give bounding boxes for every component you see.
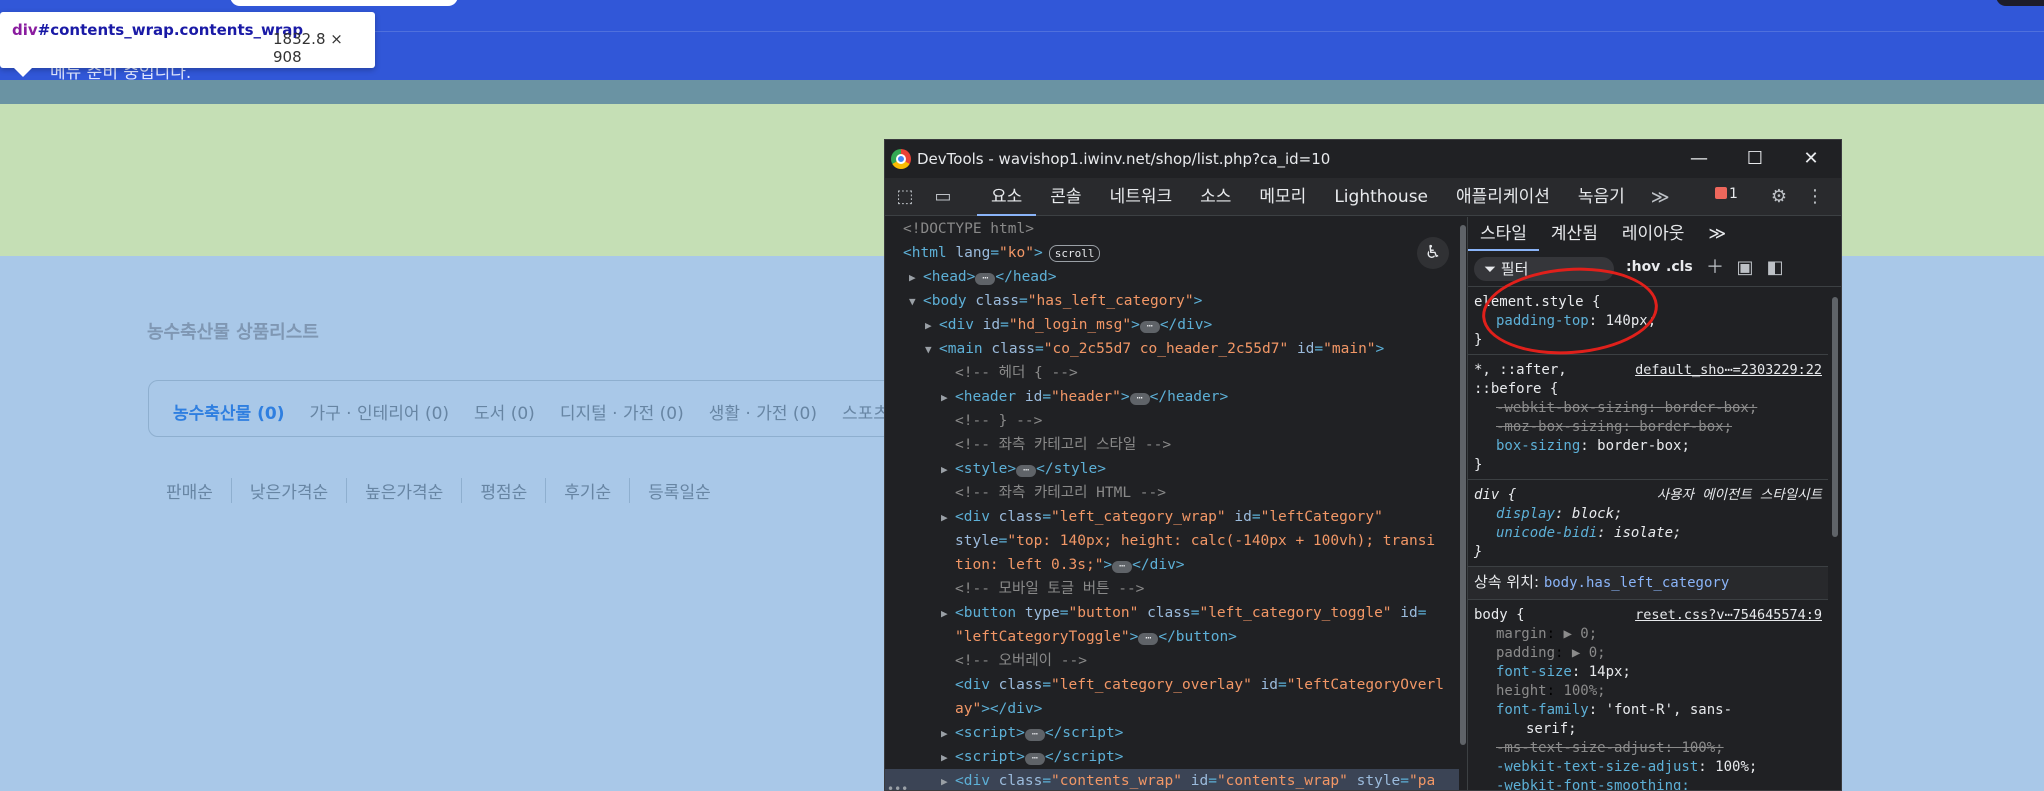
dom-line-toggle-id[interactable]: "leftCategoryToggle"> ⋯ </button>: [885, 625, 1459, 649]
rule-body[interactable]: body { reset.css?v⋯754645574:9 margin: ▶…: [1468, 600, 1828, 790]
devtools-titlebar[interactable]: DevTools - wavishop1.iwinv.net/shop/list…: [885, 140, 1841, 178]
styles-scrollbar[interactable]: [1830, 287, 1840, 790]
more-tabs-icon[interactable]: ≫: [1639, 187, 1682, 208]
category-tab-digital[interactable]: 디지털 · 가전 (0): [560, 399, 684, 424]
row-ellipsis-icon[interactable]: •••: [887, 782, 908, 790]
dom-line-contents-wrap[interactable]: ▶ <div class="contents_wrap" id="contents…: [885, 769, 1459, 790]
elements-panel: <!DOCTYPE html> <html lang="ko"> scroll ▶…: [885, 217, 1459, 790]
category-tab-agri[interactable]: 농수축산물 (0): [173, 399, 285, 424]
more-options-icon[interactable]: ⋮: [1803, 185, 1827, 209]
header-search-bar[interactable]: [230, 0, 458, 6]
tab-memory[interactable]: 메모리: [1245, 178, 1320, 216]
rule-source-link[interactable]: default_sho⋯=2303229:22: [1635, 361, 1822, 380]
rule-div-ua[interactable]: div { 사용자 에이전트 스타일시트 display: block; uni…: [1468, 480, 1828, 567]
dom-line-comment[interactable]: <!-- 좌측 카테고리 HTML -->: [885, 481, 1459, 505]
dom-line-script[interactable]: ▶ <script> ⋯ </script>: [885, 745, 1459, 769]
sort-low-price[interactable]: 낮은가격순: [230, 478, 346, 503]
devtools-tabbar: ⬚ ▭ 요소 콘솔 네트워크 소스 메모리 Lighthouse 애플리케이션 …: [885, 178, 1841, 216]
dom-line-login-msg[interactable]: ▶ <div id="hd_login_msg"> ⋯ </div>: [885, 313, 1459, 337]
cls-toggle[interactable]: .cls: [1666, 259, 1693, 275]
product-list-title: 농수축산물 상품리스트: [147, 322, 319, 343]
dom-line-script[interactable]: ▶ <script> ⋯ </script>: [885, 721, 1459, 745]
dom-line-doctype[interactable]: <!DOCTYPE html>: [885, 217, 1459, 241]
tooltip-arrow: [14, 68, 32, 77]
sort-rating[interactable]: 평점순: [461, 478, 545, 503]
filter-icon: ⏷: [1484, 260, 1497, 278]
dom-line-style[interactable]: ▶ <style> ⋯ </style>: [885, 457, 1459, 481]
dom-line-head[interactable]: ▶ <head> ⋯ </head>: [885, 265, 1459, 289]
inherited-link[interactable]: body.has_left_category: [1544, 575, 1729, 591]
rule-universal[interactable]: *, ::after, ::before { default_sho⋯=2303…: [1468, 355, 1828, 480]
category-tab-books[interactable]: 도서 (0): [474, 399, 535, 424]
hov-toggle[interactable]: :hov: [1626, 259, 1660, 275]
styles-more-tabs-icon[interactable]: ≫: [1696, 217, 1738, 251]
sort-high-price[interactable]: 높은가격순: [346, 478, 461, 503]
category-tab-furniture[interactable]: 가구 · 인테리어 (0): [310, 399, 450, 424]
sort-date[interactable]: 등록일순: [629, 478, 729, 503]
header-corner-button[interactable]: [1996, 0, 2044, 6]
minimize-button[interactable]: —: [1671, 144, 1727, 174]
elements-scrollbar[interactable]: [1459, 217, 1467, 790]
dom-line-comment[interactable]: <!-- 오버레이 -->: [885, 649, 1459, 673]
dom-line-comment[interactable]: <!-- 좌측 카테고리 스타일 -->: [885, 433, 1459, 457]
dom-line-toggle-button[interactable]: ▶ <button type="button" class="left_categ…: [885, 601, 1459, 625]
chrome-icon: [891, 149, 911, 169]
close-button[interactable]: ✕: [1783, 144, 1839, 174]
dom-line-comment[interactable]: <!-- 헤더 { -->: [885, 361, 1459, 385]
dom-line-comment[interactable]: <!-- 모바일 토글 버튼 -->: [885, 577, 1459, 601]
dom-line-main[interactable]: ▼ <main class="co_2c55d7 co_header_2c55d7…: [885, 337, 1459, 361]
inspector-tooltip: div#contents_wrap.contents_wrap 1832.8 ×…: [0, 12, 375, 68]
dom-line-left-wrap-style2[interactable]: tion: left 0.3s;"> ⋯ </div>: [885, 553, 1459, 577]
sidebar-toggle-icon[interactable]: ◧: [1764, 257, 1786, 279]
category-tab-living[interactable]: 생활 · 가전 (0): [709, 399, 817, 424]
paint-icon[interactable]: ▣: [1734, 257, 1756, 279]
device-toolbar-icon[interactable]: ▭: [931, 185, 955, 209]
dom-line-body[interactable]: ▼ <body class="has_left_category">: [885, 289, 1459, 313]
tab-network[interactable]: 네트워크: [1096, 178, 1187, 216]
tab-console[interactable]: 콘솔: [1036, 178, 1095, 216]
tooltip-selector: div#contents_wrap.contents_wrap: [12, 21, 304, 39]
dom-line-left-wrap-style[interactable]: style="top: 140px; height: calc(-140px +…: [885, 529, 1459, 553]
dom-line-left-wrap[interactable]: ▶ <div class="left_category_wrap" id="lef…: [885, 505, 1459, 529]
tab-layout[interactable]: 레이아웃: [1610, 217, 1697, 251]
maximize-button[interactable]: ☐: [1727, 144, 1783, 174]
dom-line-comment[interactable]: <!-- } -->: [885, 409, 1459, 433]
devtools-window: DevTools - wavishop1.iwinv.net/shop/list…: [884, 139, 1842, 791]
issues-badge[interactable]: 1: [1715, 186, 1738, 202]
settings-gear-icon[interactable]: ⚙: [1767, 185, 1791, 209]
accessibility-icon[interactable]: ♿: [1417, 237, 1449, 269]
tab-computed[interactable]: 계산됨: [1539, 217, 1610, 251]
tab-lighthouse[interactable]: Lighthouse: [1320, 178, 1442, 216]
sort-sales[interactable]: 판매순: [148, 478, 231, 503]
devtools-title: DevTools - wavishop1.iwinv.net/shop/list…: [917, 150, 1331, 168]
style-rules: element.style { padding-top: 140px; } *,…: [1468, 287, 1828, 790]
styles-tabbar: 스타일 계산됨 레이아웃 ≫: [1468, 217, 1841, 251]
tab-styles[interactable]: 스타일: [1468, 217, 1539, 251]
new-rule-icon[interactable]: ＋: [1704, 257, 1726, 279]
padding-highlight: [0, 80, 2044, 104]
tab-sources[interactable]: 소스: [1186, 178, 1245, 216]
user-agent-label: 사용자 에이전트 스타일시트: [1656, 487, 1822, 503]
sort-options: 판매순 낮은가격순 높은가격순 평점순 후기순 등록일순: [148, 478, 729, 503]
inspect-element-icon[interactable]: ⬚: [893, 185, 917, 209]
body-source-link[interactable]: reset.css?v⋯754645574:9: [1635, 606, 1822, 625]
inherited-header: 상속 위치: body.has_left_category: [1468, 567, 1828, 600]
tooltip-dimensions: 1832.8 × 908: [273, 30, 343, 66]
tab-recorder[interactable]: 녹음기: [1564, 178, 1639, 216]
scroll-badge[interactable]: scroll: [1048, 245, 1101, 262]
issue-flag-icon: [1715, 187, 1727, 199]
dom-line-overlay[interactable]: <div class="left_category_overlay" id="l…: [885, 673, 1459, 697]
sort-reviews[interactable]: 후기순: [545, 478, 629, 503]
tab-elements[interactable]: 요소: [977, 178, 1037, 216]
dom-line-header[interactable]: ▶ <header id="header"> ⋯ </header>: [885, 385, 1459, 409]
dom-line-html[interactable]: <html lang="ko"> scroll: [885, 241, 1459, 265]
tab-application[interactable]: 애플리케이션: [1442, 178, 1564, 216]
dom-line-overlay-2[interactable]: ay"></div>: [885, 697, 1459, 721]
